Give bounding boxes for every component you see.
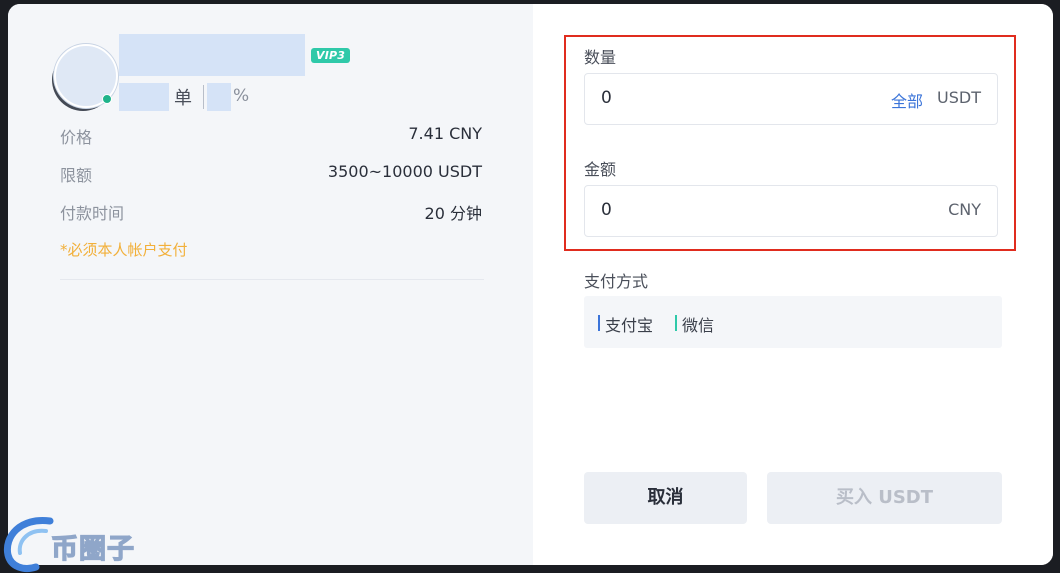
completion-rate-unit: %	[233, 86, 250, 106]
online-status-dot	[102, 94, 112, 104]
payment-method-label: 支付宝	[605, 316, 654, 335]
seller-info-panel: VIP3 单 % 价格 7.41 CNY 限额 3500~10000 USDT …	[8, 4, 533, 565]
price-value: 7.41 CNY	[408, 124, 482, 143]
divider	[60, 279, 484, 280]
order-count-unit: 单	[174, 88, 192, 109]
payment-method-label: 微信	[682, 316, 715, 335]
payment-time-value: 20 分钟	[424, 204, 482, 223]
vip-badge: VIP3	[311, 48, 351, 63]
watermark-text: 币圈子	[50, 533, 135, 565]
payment-method-wechat: 微信	[675, 312, 714, 336]
highlight-frame	[564, 35, 1016, 251]
buy-usdt-button[interactable]: 买入 USDT	[767, 472, 1002, 524]
wechat-color-bar	[675, 315, 677, 331]
payment-methods-title: 支付方式	[584, 272, 649, 291]
completion-rate-redacted	[207, 83, 231, 111]
payment-time-row: 付款时间 20 分钟	[60, 200, 482, 224]
limit-value: 3500~10000 USDT	[327, 162, 482, 181]
alipay-color-bar	[598, 315, 600, 331]
stat-separator	[203, 85, 204, 109]
own-account-notice: *必须本人帐户支付	[60, 241, 188, 259]
order-form-panel: 数量 0 全部 USDT 金额 0 CNY 支付方式 支付宝 微信 取消 买入 …	[533, 4, 1053, 565]
cancel-button[interactable]: 取消	[584, 472, 747, 524]
price-row: 价格 7.41 CNY	[60, 124, 482, 148]
buy-order-dialog: VIP3 单 % 价格 7.41 CNY 限额 3500~10000 USDT …	[8, 4, 1053, 565]
payment-time-label: 付款时间	[60, 204, 125, 223]
limit-row: 限额 3500~10000 USDT	[60, 162, 482, 186]
order-count-redacted	[119, 83, 169, 111]
payment-methods-box: 支付宝 微信	[584, 296, 1002, 348]
payment-method-alipay: 支付宝	[598, 312, 653, 336]
seller-name-redacted	[119, 34, 305, 76]
limit-label: 限额	[60, 166, 93, 185]
price-label: 价格	[60, 128, 93, 147]
